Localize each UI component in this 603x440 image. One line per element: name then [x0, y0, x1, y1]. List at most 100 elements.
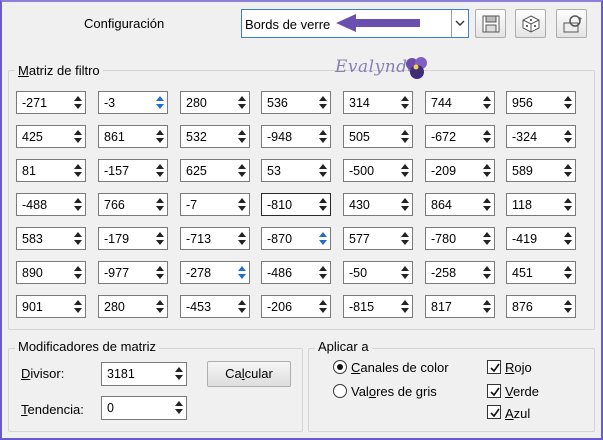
- matrix-cell-input[interactable]: -179: [98, 227, 168, 250]
- matrix-cell-input[interactable]: 744: [425, 91, 495, 114]
- matrix-cell-input[interactable]: 589: [506, 159, 576, 182]
- matrix-cell-input[interactable]: -50: [343, 261, 413, 284]
- matrix-cell-spinner[interactable]: [563, 93, 574, 112]
- matrix-cell-input[interactable]: -453: [180, 295, 250, 318]
- matrix-cell-input[interactable]: 314: [343, 91, 413, 114]
- matrix-cell-input[interactable]: -419: [506, 227, 576, 250]
- matrix-cell-spinner[interactable]: [563, 161, 574, 180]
- matrix-cell-spinner[interactable]: [155, 93, 166, 112]
- matrix-cell-spinner[interactable]: [482, 127, 493, 146]
- matrix-cell-input[interactable]: -157: [98, 159, 168, 182]
- matrix-cell-input[interactable]: -7: [180, 193, 250, 216]
- matrix-cell-spinner[interactable]: [73, 161, 84, 180]
- matrix-cell-input[interactable]: 505: [343, 125, 413, 148]
- matrix-cell-input[interactable]: 890: [16, 261, 86, 284]
- matrix-cell-input[interactable]: 118: [506, 193, 576, 216]
- calculate-button[interactable]: Calcular: [207, 361, 291, 387]
- matrix-cell-spinner[interactable]: [482, 229, 493, 248]
- randomize-button[interactable]: [515, 9, 546, 38]
- reset-button[interactable]: [556, 9, 587, 38]
- matrix-cell-input[interactable]: 861: [98, 125, 168, 148]
- matrix-cell-input[interactable]: 583: [16, 227, 86, 250]
- bias-spinner[interactable]: [174, 398, 185, 417]
- matrix-cell-input[interactable]: -278: [180, 261, 250, 284]
- matrix-cell-spinner[interactable]: [73, 93, 84, 112]
- save-preset-button[interactable]: [475, 9, 506, 38]
- gray-values-radio[interactable]: [333, 384, 347, 398]
- matrix-cell-input[interactable]: 766: [98, 193, 168, 216]
- matrix-cell-spinner[interactable]: [237, 263, 248, 282]
- matrix-cell-spinner[interactable]: [155, 161, 166, 180]
- matrix-cell-spinner[interactable]: [237, 297, 248, 316]
- matrix-cell-input[interactable]: 430: [343, 193, 413, 216]
- matrix-cell-spinner[interactable]: [73, 263, 84, 282]
- matrix-cell-input[interactable]: -815: [343, 295, 413, 318]
- matrix-cell-input[interactable]: 625: [180, 159, 250, 182]
- matrix-cell-spinner[interactable]: [400, 161, 411, 180]
- matrix-cell-spinner[interactable]: [482, 297, 493, 316]
- matrix-cell-spinner[interactable]: [563, 195, 574, 214]
- matrix-cell-spinner[interactable]: [237, 195, 248, 214]
- matrix-cell-spinner[interactable]: [563, 127, 574, 146]
- matrix-cell-spinner[interactable]: [155, 263, 166, 282]
- matrix-cell-spinner[interactable]: [237, 127, 248, 146]
- green-checkbox[interactable]: [487, 384, 501, 398]
- matrix-cell-input[interactable]: 451: [506, 261, 576, 284]
- matrix-cell-input[interactable]: -870: [261, 227, 331, 250]
- matrix-cell-spinner[interactable]: [237, 229, 248, 248]
- matrix-cell-spinner[interactable]: [400, 297, 411, 316]
- matrix-cell-input[interactable]: -206: [261, 295, 331, 318]
- matrix-cell-input[interactable]: -780: [425, 227, 495, 250]
- matrix-cell-input[interactable]: 536: [261, 91, 331, 114]
- matrix-cell-input[interactable]: -209: [425, 159, 495, 182]
- matrix-cell-spinner[interactable]: [563, 229, 574, 248]
- matrix-cell-spinner[interactable]: [400, 263, 411, 282]
- matrix-cell-spinner[interactable]: [318, 263, 329, 282]
- matrix-cell-input[interactable]: 425: [16, 125, 86, 148]
- matrix-cell-spinner[interactable]: [482, 195, 493, 214]
- matrix-cell-input[interactable]: -810: [261, 193, 331, 216]
- matrix-cell-input[interactable]: -948: [261, 125, 331, 148]
- matrix-cell-input[interactable]: -713: [180, 227, 250, 250]
- matrix-cell-spinner[interactable]: [318, 229, 329, 248]
- divisor-input[interactable]: 3181: [101, 362, 187, 386]
- matrix-cell-spinner[interactable]: [318, 195, 329, 214]
- matrix-cell-spinner[interactable]: [237, 161, 248, 180]
- divisor-spinner[interactable]: [174, 364, 185, 383]
- matrix-cell-spinner[interactable]: [400, 229, 411, 248]
- matrix-cell-input[interactable]: -271: [16, 91, 86, 114]
- matrix-cell-input[interactable]: -977: [98, 261, 168, 284]
- matrix-cell-spinner[interactable]: [400, 93, 411, 112]
- matrix-cell-input[interactable]: 532: [180, 125, 250, 148]
- matrix-cell-spinner[interactable]: [482, 263, 493, 282]
- matrix-cell-spinner[interactable]: [318, 297, 329, 316]
- blue-checkbox[interactable]: [487, 405, 501, 419]
- matrix-cell-input[interactable]: 817: [425, 295, 495, 318]
- matrix-cell-spinner[interactable]: [73, 229, 84, 248]
- matrix-cell-input[interactable]: 901: [16, 295, 86, 318]
- matrix-cell-spinner[interactable]: [73, 127, 84, 146]
- matrix-cell-input[interactable]: -324: [506, 125, 576, 148]
- matrix-cell-input[interactable]: -486: [261, 261, 331, 284]
- matrix-cell-spinner[interactable]: [482, 93, 493, 112]
- matrix-cell-input[interactable]: 876: [506, 295, 576, 318]
- matrix-cell-input[interactable]: -672: [425, 125, 495, 148]
- matrix-cell-spinner[interactable]: [563, 263, 574, 282]
- matrix-cell-input[interactable]: -3: [98, 91, 168, 114]
- matrix-cell-spinner[interactable]: [155, 195, 166, 214]
- matrix-cell-input[interactable]: 577: [343, 227, 413, 250]
- matrix-cell-input[interactable]: 864: [425, 193, 495, 216]
- red-checkbox[interactable]: [487, 360, 501, 374]
- matrix-cell-spinner[interactable]: [155, 297, 166, 316]
- matrix-cell-input[interactable]: 280: [98, 295, 168, 318]
- matrix-cell-input[interactable]: 280: [180, 91, 250, 114]
- matrix-cell-spinner[interactable]: [237, 93, 248, 112]
- bias-input[interactable]: 0: [101, 396, 187, 420]
- matrix-cell-input[interactable]: -500: [343, 159, 413, 182]
- matrix-cell-spinner[interactable]: [73, 195, 84, 214]
- matrix-cell-spinner[interactable]: [563, 297, 574, 316]
- matrix-cell-spinner[interactable]: [482, 161, 493, 180]
- matrix-cell-spinner[interactable]: [155, 127, 166, 146]
- matrix-cell-spinner[interactable]: [318, 93, 329, 112]
- dropdown-arrow-button[interactable]: [451, 10, 468, 37]
